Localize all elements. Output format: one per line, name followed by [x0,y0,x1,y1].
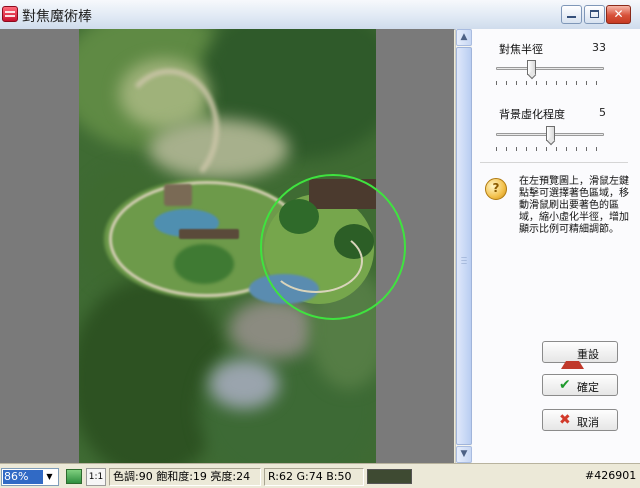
focus-circle[interactable] [260,174,406,320]
app-icon [2,6,18,22]
scroll-down-icon[interactable]: ▼ [456,446,472,463]
zoom-value: 86% [3,470,43,484]
blur-level-label: 背景虛化程度 [499,108,565,121]
ok-label: 確定 [577,381,599,394]
cancel-button[interactable]: ✖ 取消 [542,409,618,431]
zoom-select[interactable]: 86% ▼ [1,468,59,486]
window-title: 對焦魔術棒 [22,9,92,25]
help-wizard-icon [485,178,507,200]
cross-icon: ✖ [559,412,571,428]
focus-radius-ticks [496,81,605,85]
reset-label: 重設 [577,348,599,361]
chevron-down-icon[interactable]: ▼ [42,470,57,484]
maximize-icon [590,10,599,18]
color-swatch [367,469,412,484]
blur-level-slider[interactable] [545,126,555,141]
actual-size-button[interactable]: 1:1 [86,468,106,486]
blur-level-ticks [496,147,605,151]
hint-text: 在左預覽圖上，滑鼠左鍵點擊可選擇著色區域，移動滑鼠刷出要著色的區域，縮小虛化半徑… [519,176,629,235]
vertical-scrollbar[interactable]: ▲ — — — ▼ [455,29,472,463]
focus-radius-track [496,67,604,70]
title-bar: 對焦魔術棒 ✕ [0,0,640,30]
scroll-up-icon[interactable]: ▲ [456,29,472,46]
focus-radius-label: 對焦半徑 [499,43,543,56]
maximize-button[interactable] [584,5,605,24]
ok-button[interactable]: ✔ 確定 [542,374,618,396]
control-panel: 對焦半徑 33 背景虛化程度 5 在左預覽圖上，滑鼠左鍵點擊可選擇著色區域，移動… [472,29,640,463]
scroll-thumb[interactable]: — — — [456,47,472,445]
focus-radius-value: 33 [592,41,606,54]
blur-level-value: 5 [599,106,606,119]
divider [480,162,628,163]
hsl-readout: 色調:90 飽和度:19 亮度:24 [109,468,261,486]
reset-button[interactable]: 重設 [542,341,618,369]
preview-viewport[interactable] [0,29,454,463]
close-button[interactable]: ✕ [606,5,631,24]
check-icon: ✔ [559,377,571,393]
cancel-label: 取消 [577,416,599,429]
close-icon: ✕ [613,7,624,21]
focus-radius-slider[interactable] [527,60,537,75]
rgb-readout: R:62 G:74 B:50 [264,468,364,486]
watermark: #426901 [585,469,637,482]
minimize-icon [567,16,576,18]
minimize-button[interactable] [561,5,582,24]
fit-to-window-icon[interactable] [66,469,82,484]
status-bar: 86% ▼ 1:1 色調:90 飽和度:19 亮度:24 R:62 G:74 B… [0,463,640,488]
grip-icon: — — — [461,254,467,267]
